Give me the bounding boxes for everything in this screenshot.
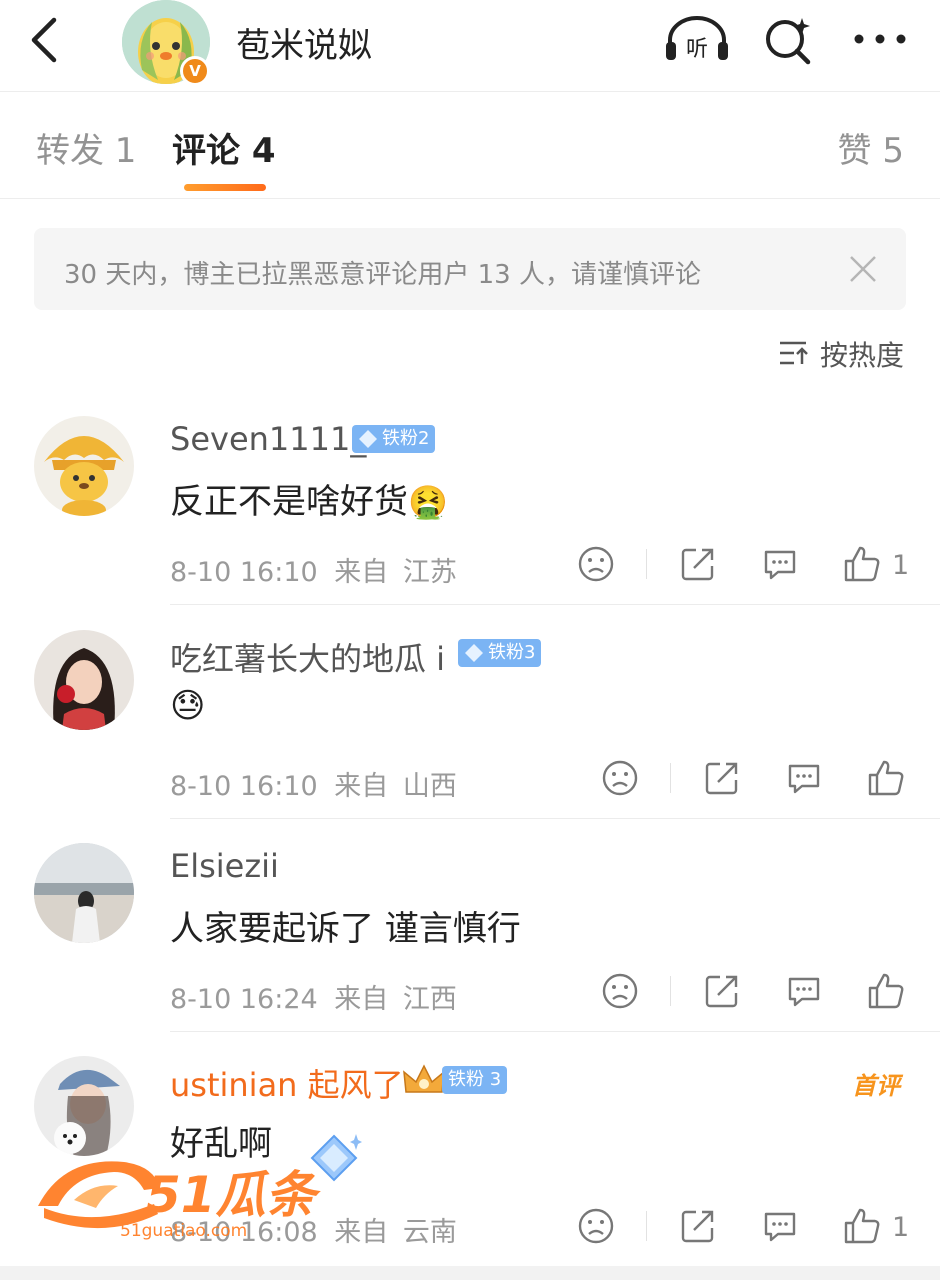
tab-like[interactable]: 赞 5 — [838, 123, 904, 172]
diamond-icon — [465, 644, 483, 662]
comment-from: 来自 — [334, 1217, 389, 1248]
avatar[interactable] — [34, 843, 134, 943]
back-arrow-icon[interactable] — [22, 14, 66, 66]
first-comment-badge: 首评 — [852, 1072, 900, 1100]
action-separator — [670, 976, 671, 1006]
dislike-face-icon[interactable] — [600, 758, 640, 798]
comment-from: 来自 — [334, 771, 389, 802]
girl-avatar-image — [34, 630, 134, 730]
share-icon[interactable] — [678, 544, 718, 584]
fan-badge-label: 铁粉 3 — [448, 1069, 502, 1090]
share-icon[interactable] — [702, 971, 742, 1011]
avatar[interactable] — [34, 1056, 134, 1156]
vomit-emoji-icon: 🤮 — [408, 483, 448, 521]
comment-time: 8-10 16:10 — [170, 557, 318, 588]
share-icon[interactable] — [702, 758, 742, 798]
tab-bar: 转发 1 评论 4 赞 5 — [0, 93, 940, 199]
comment-time: 8-10 16:10 — [170, 771, 318, 802]
comment-meta: 8-10 16:10 来自 山西 — [170, 764, 457, 803]
comment-divider — [170, 818, 940, 819]
sort-toggle[interactable]: 按热度 — [778, 334, 904, 372]
action-separator — [670, 763, 671, 793]
comment-item: Seven1111_ 铁粉2 反正不是啥好货🤮 8-10 16:10 来自 江苏… — [0, 416, 940, 606]
ai-search-icon[interactable] — [762, 14, 814, 66]
avatar[interactable] — [34, 416, 134, 516]
comment-body: 反正不是啥好货 — [170, 482, 408, 522]
thumbs-up-icon[interactable] — [842, 544, 882, 584]
comment-divider — [170, 604, 940, 605]
watermark-url: 51guatiao.com — [120, 1221, 247, 1241]
diamond-icon — [359, 430, 377, 448]
comment-location: 山西 — [402, 771, 457, 802]
reply-comment-icon[interactable] — [760, 544, 800, 584]
comment-meta: 8-10 16:24 来自 江西 — [170, 977, 457, 1016]
thumbs-up-icon[interactable] — [866, 758, 906, 798]
dislike-face-icon[interactable] — [600, 971, 640, 1011]
verified-badge: V — [180, 56, 210, 86]
top-bar: V 苞米说姒 听 — [0, 0, 940, 92]
fan-level-badge: 铁粉3 — [458, 639, 542, 667]
comment-from: 来自 — [334, 557, 389, 588]
comment-text: 😓 — [170, 686, 205, 726]
beach-avatar-image — [34, 843, 134, 943]
commenter-name[interactable]: ustinian 起风了 — [170, 1060, 404, 1106]
comment-from: 来自 — [334, 984, 389, 1015]
bottom-spacer — [0, 1266, 940, 1280]
thumbs-up-icon[interactable] — [866, 971, 906, 1011]
dislike-face-icon[interactable] — [576, 544, 616, 584]
comment-location: 云南 — [402, 1217, 457, 1248]
watermark-brand: 51瓜条 — [146, 1166, 322, 1224]
crown-badge-icon — [403, 1064, 445, 1093]
avatar[interactable] — [34, 630, 134, 730]
active-tab-indicator — [184, 184, 266, 191]
comment-time: 8-10 16:24 — [170, 984, 318, 1015]
action-separator — [646, 1211, 647, 1241]
comment-text: 反正不是啥好货🤮 — [170, 474, 448, 523]
thumbs-up-icon[interactable] — [842, 1206, 882, 1246]
comment-location: 江西 — [402, 984, 457, 1015]
comment-location: 江苏 — [402, 557, 457, 588]
site-watermark: 51瓜条 51guatiao.com — [38, 1161, 322, 1241]
close-icon[interactable] — [848, 254, 878, 284]
fan-level-badge: 铁粉2 — [352, 425, 436, 453]
fan-badge-label: 铁粉2 — [382, 428, 430, 449]
tab-comment[interactable]: 评论 4 — [172, 123, 276, 172]
commenter-name[interactable]: Elsiezii — [170, 847, 279, 885]
comment-divider — [170, 1031, 940, 1032]
sweat-emoji-icon: 😓 — [170, 686, 206, 726]
share-icon[interactable] — [678, 1206, 718, 1246]
listen-label: 听 — [686, 37, 708, 62]
sort-icon — [780, 341, 808, 365]
fan-level-badge: 铁粉 3 — [442, 1066, 508, 1094]
blocked-users-notice: 30 天内，博主已拉黑恶意评论用户 13 人，请谨慎评论 — [34, 228, 906, 310]
reply-comment-icon[interactable] — [784, 758, 824, 798]
reply-comment-icon[interactable] — [760, 1206, 800, 1246]
bear-avatar-image — [34, 416, 134, 516]
sort-label: 按热度 — [820, 339, 905, 372]
comment-item: Elsiezii 人家要起诉了 谨言慎行 8-10 16:24 来自 江西 — [0, 843, 940, 1033]
comment-item: 吃红薯长大的地瓜 i 铁粉3 😓 8-10 16:10 来自 山西 — [0, 630, 940, 820]
more-options-icon[interactable] — [852, 26, 908, 52]
girl-with-dog-avatar-image — [34, 1056, 134, 1156]
dislike-face-icon[interactable] — [576, 1206, 616, 1246]
fan-badge-label: 铁粉3 — [488, 642, 536, 663]
headphone-listen-icon[interactable]: 听 — [664, 14, 730, 64]
like-count: 1 — [892, 1212, 910, 1243]
notice-text: 30 天内，博主已拉黑恶意评论用户 13 人，请谨慎评论 — [64, 260, 701, 290]
commenter-name[interactable]: Seven1111_ — [170, 420, 366, 458]
tab-repost[interactable]: 转发 1 — [36, 123, 136, 172]
comment-meta: 8-10 16:10 来自 江苏 — [170, 550, 457, 589]
page-title: 苞米说姒 — [236, 26, 372, 66]
reply-comment-icon[interactable] — [784, 971, 824, 1011]
like-count: 1 — [892, 550, 910, 581]
commenter-name[interactable]: 吃红薯长大的地瓜 i — [170, 634, 445, 680]
action-separator — [646, 549, 647, 579]
comment-text: 人家要起诉了 谨言慎行 — [170, 909, 521, 949]
